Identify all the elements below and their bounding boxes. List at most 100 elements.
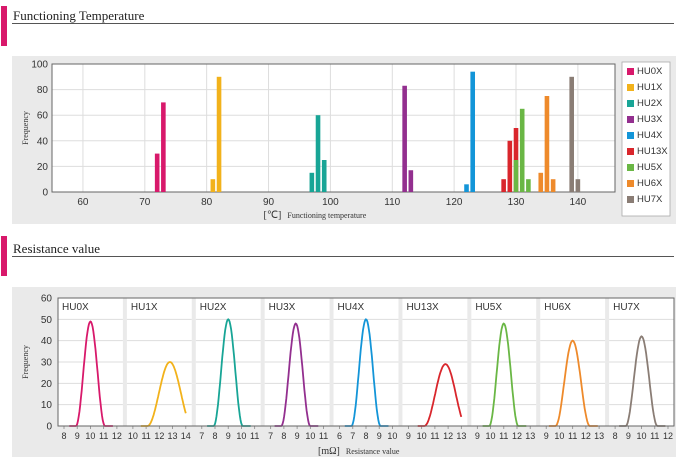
panel-hu1x: 10 11 12 13 14 HU1X	[126, 297, 192, 441]
x-tick-label: 10	[417, 431, 427, 441]
x-tick-label: 11	[99, 431, 108, 441]
legend-label-hu6x: HU6X	[637, 178, 663, 189]
bar-hu3x	[408, 170, 414, 192]
x-tick-label: 110	[384, 197, 400, 208]
x-tick-label: 11	[430, 431, 439, 441]
resistance-section-rule	[12, 256, 674, 257]
panel-hu2x: 7 8 9 10 11 HU2X	[195, 297, 261, 441]
x-tick-label: 7	[199, 431, 204, 441]
y-axis-label: Frequency	[21, 111, 30, 145]
legend-label-hu5x: HU5X	[637, 162, 663, 173]
panel-title-hu2x: HU2X	[200, 302, 227, 313]
x-tick-label: 10	[128, 431, 138, 441]
x-tick-label: 60	[77, 197, 89, 208]
bar-hu13x	[501, 179, 506, 192]
x-axis-name: Functioning temperature	[287, 211, 366, 220]
resistance-section-title: Resistance value	[13, 241, 100, 256]
x-tick-label: 80	[201, 197, 213, 208]
legend-label-hu7x: HU7X	[637, 194, 663, 205]
panel-title-hu4x: HU4X	[338, 302, 365, 313]
bar-hu4x	[470, 71, 476, 192]
x-tick-label: 9	[295, 431, 300, 441]
temperature-section-rule	[12, 23, 674, 24]
x-tick-label: 10	[85, 431, 95, 441]
x-tick-label: 9	[377, 431, 382, 441]
y-tick-label: 20	[41, 379, 53, 390]
legend-swatch-hu1x	[627, 84, 634, 91]
temperature-chart: 60 70 80 90 100 110 120 130 140 0 20 40 60 80 100 Frequ…	[21, 60, 671, 221]
panel-hu13x: 9 10 11 12 13 HU13X	[402, 297, 468, 441]
bar-hu1x	[216, 76, 222, 192]
bar-hu0x	[154, 153, 160, 192]
x-tick-label: 10	[554, 431, 564, 441]
legend-swatch-hu5x	[627, 164, 634, 171]
x-tick-label: 12	[581, 431, 591, 441]
y-tick-label: 0	[46, 422, 52, 433]
x-axis-label: [mΩ] Resistance value	[318, 446, 400, 457]
panel-title-hu6x: HU6X	[544, 302, 571, 313]
x-tick-label: 8	[613, 431, 618, 441]
x-tick-label: 12	[663, 431, 673, 441]
y-tick-label: 30	[41, 358, 53, 369]
x-tick-label: 12	[443, 431, 453, 441]
panel-title-hu3x: HU3X	[269, 302, 296, 313]
x-tick-label: 9	[475, 431, 480, 441]
legend-label-hu0x: HU0X	[637, 66, 663, 77]
x-tick-label: 12	[512, 431, 522, 441]
temperature-section-title: Functioning Temperature	[13, 8, 145, 23]
x-tick-label: 13	[456, 431, 466, 441]
x-tick-label: 10	[305, 431, 315, 441]
x-tick-label: 14	[181, 431, 191, 441]
x-tick-label: 11	[319, 431, 328, 441]
panel-hu6x: 9 10 11 12 13 HU6X	[540, 297, 606, 441]
bar-hu1x	[210, 179, 216, 192]
x-tick-label: 7	[268, 431, 273, 441]
x-tick-label: 70	[139, 197, 151, 208]
bar-hu2x	[309, 172, 315, 192]
bar-hu6x	[550, 179, 556, 192]
x-tick-label: 10	[637, 431, 647, 441]
panel-title-hu5x: HU5X	[475, 302, 502, 313]
y-tick-label: 40	[37, 136, 49, 147]
x-tick-label: 10	[486, 431, 496, 441]
legend-swatch-hu4x	[627, 132, 634, 139]
x-tick-label: 8	[61, 431, 66, 441]
x-tick-label: 9	[226, 431, 231, 441]
panel-title-hu0x: HU0X	[62, 302, 89, 313]
legend-swatch-hu2x	[627, 100, 634, 107]
plot-area	[52, 64, 615, 192]
x-tick-label: 130	[508, 197, 525, 208]
y-tick-label: 20	[37, 162, 49, 173]
legend-label-hu4x: HU4X	[637, 130, 663, 141]
legend-swatch-hu13x	[627, 148, 634, 155]
x-axis-unit: [℃]	[264, 210, 282, 221]
bar-hu7x	[575, 179, 581, 192]
panel-title-hu13x: HU13X	[406, 302, 439, 313]
x-tick-label: 11	[568, 431, 577, 441]
temperature-chart-panel: 60 70 80 90 100 110 120 130 140 0 20 40 60 80 100 Frequ…	[12, 56, 676, 224]
bar-hu4x	[464, 184, 469, 192]
x-tick-label: 9	[75, 431, 80, 441]
y-tick-label: 50	[41, 315, 53, 326]
resistance-chart-panel: 0 10 20 30 40 50 60 8 9 10 11 12 HU0X 10 11 12 13 14 HU1X 7…	[12, 287, 676, 457]
x-tick-label: 8	[281, 431, 286, 441]
bar-hu13x	[507, 140, 513, 192]
x-tick-label: 11	[250, 431, 259, 441]
bar-hu0x	[161, 102, 166, 192]
bar-hu6x	[544, 96, 550, 192]
y-tick-label: 0	[42, 188, 48, 199]
x-tick-label: 8	[212, 431, 217, 441]
bar-hu2x	[321, 160, 327, 192]
y-tick-label: 100	[31, 60, 48, 71]
x-tick-label: 90	[263, 197, 275, 208]
bar-hu3x	[402, 85, 407, 192]
x-tick-label: 13	[168, 431, 178, 441]
panel-hu7x: 8 9 10 11 12 HU7X	[609, 297, 674, 441]
panel-hu4x: 6 7 8 9 10 HU4X	[333, 297, 399, 441]
x-tick-label: 10	[236, 431, 246, 441]
x-tick-label: 6	[337, 431, 342, 441]
legend-label-hu2x: HU2X	[637, 98, 663, 109]
x-tick-label: 8	[363, 431, 368, 441]
y-tick-label: 60	[37, 111, 49, 122]
y-tick-label: 80	[37, 85, 49, 96]
